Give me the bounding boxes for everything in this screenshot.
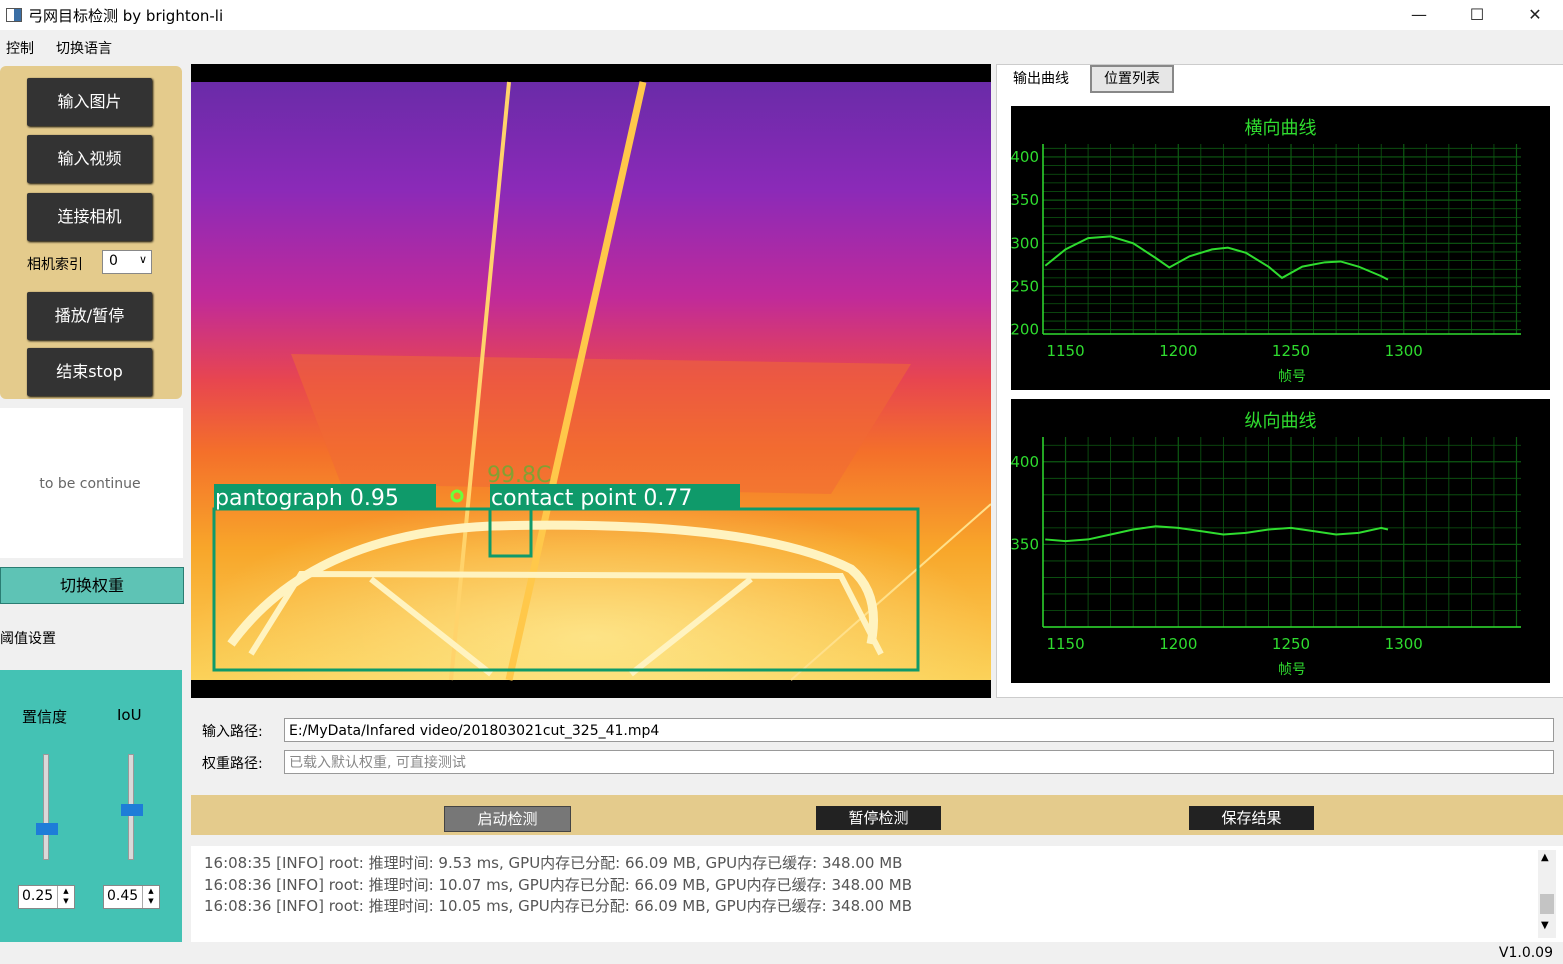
series-line (1045, 525, 1389, 543)
maximize-icon[interactable]: ☐ (1448, 0, 1506, 30)
weights-path-label: 权重路径: (202, 756, 263, 772)
log-scrollbar[interactable]: ▲ ▼ (1538, 850, 1556, 938)
lateral-curve-chart: 1150 1200 1250 1300 400 350 300 250 200 帧号 横向曲线 (1011, 106, 1550, 390)
tab-output-curve[interactable]: 输出曲线 (1001, 65, 1081, 93)
iou-slider-handle[interactable] (121, 804, 143, 816)
y-tick-label: 400 (1011, 453, 1039, 471)
temperature-text: 99.8C (487, 463, 551, 488)
vertical-curve-title: 纵向曲线 (1244, 411, 1317, 432)
x-axis-label: 帧号 (1278, 369, 1306, 385)
spin-arrows-icon[interactable]: ▲ ▼ (142, 886, 159, 908)
log-output[interactable]: 16:08:35 [INFO] root: 推理时间: 9.53 ms, GPU… (191, 846, 1563, 942)
app-icon (6, 8, 22, 22)
x-tick-label: 1300 (1385, 635, 1423, 653)
weights-path-field[interactable]: 已载入默认权重, 可直接测试 (284, 750, 1554, 774)
camera-index-value: 0 (109, 253, 118, 269)
menu-bar: 控制 切换语言 (0, 34, 400, 58)
vertical-curve-chart: 1150 1200 1250 1300 400 350 帧号 纵向曲线 (1011, 399, 1550, 683)
lateral-curve-title: 横向曲线 (1244, 118, 1317, 139)
iou-label: IoU (117, 706, 142, 724)
title-bar: 弓网目标检测 by brighton-li — ☐ ✕ (0, 0, 1563, 30)
input-path-field[interactable]: E:/MyData/Infared video/201803021cut_325… (284, 718, 1554, 742)
y-tick-label: 400 (1011, 148, 1039, 166)
switch-weights-button[interactable]: 切换权重 (0, 567, 184, 604)
confidence-slider-handle[interactable] (36, 823, 58, 835)
x-axis-label: 帧号 (1278, 662, 1306, 678)
action-bar: 启动检测 暂停检测 保存结果 (191, 795, 1563, 835)
menu-control[interactable]: 控制 (6, 38, 34, 58)
iou-spinbox[interactable]: 0.45 ▲ ▼ (103, 885, 160, 909)
iou-value: 0.45 (107, 888, 139, 904)
video-frame: pantograph 0.95 contact point 0.77 99.8C (191, 64, 991, 698)
log-line: 16:08:35 [INFO] root: 推理时间: 9.53 ms, GPU… (204, 854, 903, 872)
spin-arrows-icon[interactable]: ▲ ▼ (57, 886, 74, 908)
window-title: 弓网目标检测 by brighton-li (28, 7, 224, 25)
start-detection-button[interactable]: 启动检测 (444, 806, 571, 832)
x-tick-label: 1250 (1272, 635, 1310, 653)
x-tick-label: 1150 (1046, 635, 1084, 653)
confidence-label: 置信度 (22, 708, 68, 726)
confidence-slider[interactable] (43, 754, 49, 860)
log-line: 16:08:36 [INFO] root: 推理时间: 10.07 ms, GP… (204, 876, 912, 894)
stop-button[interactable]: 结束stop (27, 348, 152, 396)
confidence-spinbox[interactable]: 0.25 ▲ ▼ (18, 885, 75, 909)
y-tick-label: 300 (1011, 234, 1039, 252)
vertical-curve-svg: 1150 1200 1250 1300 400 350 帧号 (1011, 437, 1521, 678)
x-tick-label: 1250 (1272, 342, 1310, 360)
chevron-down-icon: ∨ (138, 253, 147, 266)
y-tick-label: 250 (1011, 278, 1039, 296)
pantograph-label: pantograph 0.95 (215, 486, 399, 511)
contact-point-label: contact point 0.77 (491, 486, 692, 511)
input-path-label: 输入路径: (202, 724, 263, 740)
scroll-up-icon[interactable]: ▲ (1541, 852, 1549, 863)
x-tick-label: 1200 (1159, 635, 1197, 653)
lateral-curve-svg: 1150 1200 1250 1300 400 350 300 250 200 帧号 (1011, 144, 1521, 385)
play-pause-button[interactable]: 播放/暂停 (27, 292, 152, 340)
scroll-down-icon[interactable]: ▼ (1541, 920, 1549, 931)
camera-index-select[interactable]: 0 ∨ (102, 250, 152, 274)
version-label: V1.0.09 (1498, 945, 1553, 961)
control-panel: 输入图片 输入视频 连接相机 播放/暂停 结束stop (0, 66, 182, 399)
connect-camera-button[interactable]: 连接相机 (27, 193, 152, 241)
input-video-button[interactable]: 输入视频 (27, 135, 152, 183)
camera-index-label: 相机索引 (27, 257, 83, 273)
x-tick-label: 1150 (1046, 342, 1084, 360)
confidence-value: 0.25 (22, 888, 54, 904)
x-tick-label: 1300 (1385, 342, 1423, 360)
y-tick-label: 350 (1011, 191, 1039, 209)
close-icon[interactable]: ✕ (1506, 0, 1563, 30)
placeholder-text: to be continue (39, 476, 141, 492)
x-tick-label: 1200 (1159, 342, 1197, 360)
pause-detection-button[interactable]: 暂停检测 (816, 806, 941, 830)
menu-language[interactable]: 切换语言 (56, 38, 112, 58)
threshold-label: 阈值设置 (0, 631, 56, 647)
y-tick-label: 350 (1011, 535, 1039, 553)
scroll-thumb[interactable] (1540, 894, 1554, 914)
log-line: 16:08:36 [INFO] root: 推理时间: 10.05 ms, GP… (204, 897, 912, 915)
tab-position-list[interactable]: 位置列表 (1090, 65, 1174, 93)
threshold-panel: 置信度 IoU 0.25 ▲ ▼ 0.45 ▲ ▼ (0, 670, 182, 942)
y-tick-label: 200 (1011, 321, 1039, 339)
save-results-button[interactable]: 保存结果 (1189, 806, 1314, 830)
input-image-button[interactable]: 输入图片 (27, 78, 152, 126)
minimize-icon[interactable]: — (1390, 0, 1448, 30)
